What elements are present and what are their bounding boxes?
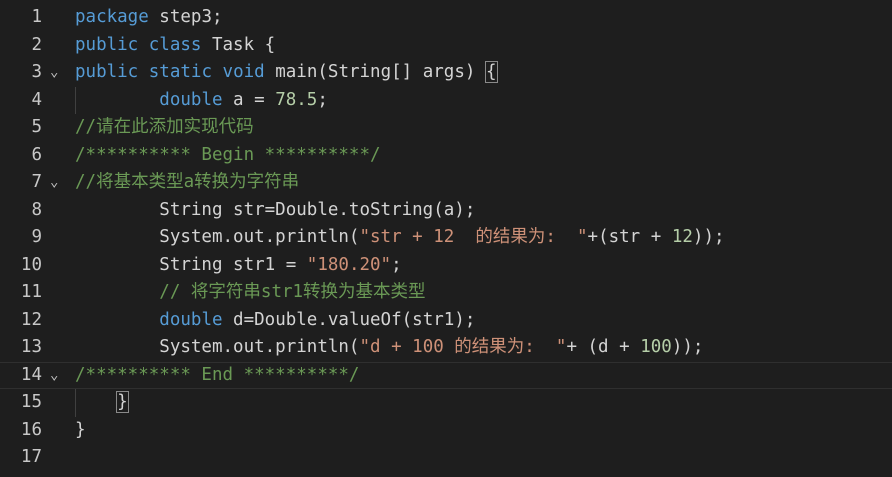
code-line[interactable]: 4 double a = 78.5; (0, 86, 892, 115)
line-number: 14 (20, 364, 42, 385)
code-token: 100 (640, 337, 672, 357)
code-text: } (75, 389, 129, 417)
code-token: public (75, 34, 139, 55)
code-line[interactable]: 3 ⌄ public static void main(String[] args)… (0, 59, 892, 87)
fold-chevron-icon[interactable]: ⌄ (50, 363, 70, 389)
code-token: main(String[] args) (264, 62, 486, 82)
line-number: 3 (31, 62, 42, 82)
code-token: "str + 12 的结果为: " (359, 227, 588, 247)
code-line[interactable]: 17 (0, 444, 892, 472)
code-line[interactable]: 6 /********** Begin **********/ (0, 142, 892, 170)
code-token: // 将字符串str1转换为基本类型 (159, 282, 426, 302)
code-token: /********** Begin **********/ (75, 144, 381, 165)
code-text: String str1 = "180.20"; (75, 252, 402, 280)
code-token: String str=Double.toString(a); (75, 199, 476, 220)
code-line[interactable]: 8 String str=Double.toString(a); (0, 197, 892, 225)
code-text: System.out.println("str + 12 的结果为: "+(st… (75, 224, 725, 252)
line-number: 15 (20, 392, 42, 412)
code-token: 12 (671, 227, 693, 247)
code-token: System.out.println( (75, 337, 360, 357)
line-number: 1 (31, 7, 42, 27)
code-token: void (222, 62, 265, 82)
code-line[interactable]: 1 package step3; (0, 4, 892, 32)
code-text: // 将字符串str1转换为基本类型 (75, 279, 426, 307)
code-text: public class Task { (75, 32, 275, 60)
code-text: double a = 78.5; (75, 87, 328, 115)
bracket-match: } (116, 391, 129, 413)
line-number: 16 (20, 419, 42, 440)
code-token: /********** End **********/ (75, 364, 360, 385)
code-text: System.out.println("d + 100 的结果为: "+ (d … (75, 334, 703, 362)
code-token: )); (692, 227, 725, 247)
code-editor[interactable]: 1 package step3; 2 public class Task {3 ⌄ pub… (0, 4, 892, 477)
line-number: 11 (20, 282, 42, 302)
line-number: 12 (20, 309, 42, 330)
code-token: System.out.println( (75, 227, 360, 247)
code-text: //请在此添加实现代码 (75, 114, 254, 142)
line-number: 17 (20, 447, 42, 467)
code-token: package (75, 7, 149, 27)
line-number: 13 (20, 337, 42, 357)
code-text: /********** End **********/ (75, 363, 359, 389)
code-token: +(str + (587, 227, 672, 247)
code-token: a = (222, 89, 276, 110)
code-token: 78.5 (275, 89, 318, 110)
code-text: package step3; (75, 4, 223, 32)
fold-chevron-icon[interactable]: ⌄ (50, 169, 70, 197)
code-token: static (148, 62, 212, 82)
code-line[interactable]: 11 // 将字符串str1转换为基本类型 (0, 279, 892, 307)
code-token: ; (317, 89, 328, 110)
code-line[interactable]: 2 public class Task { (0, 32, 892, 60)
code-token: step3; (148, 7, 223, 27)
fold-chevron-icon[interactable]: ⌄ (50, 59, 70, 87)
code-token: double (159, 309, 223, 330)
code-text: public static void main(String[] args) { (75, 59, 498, 87)
code-token: ; (391, 254, 402, 275)
code-line[interactable]: 15 } (0, 389, 892, 417)
code-token: Task { (201, 34, 276, 55)
code-token: //将基本类型a转换为字符串 (75, 172, 300, 192)
bracket-match: { (484, 61, 498, 83)
code-line[interactable]: 13 System.out.println("d + 100 的结果为: "+ … (0, 334, 892, 362)
code-token: double (159, 89, 223, 110)
code-line[interactable]: 10 String str1 = "180.20"; (0, 252, 892, 280)
code-token: "180.20" (306, 254, 392, 275)
line-number: 4 (31, 89, 42, 110)
code-line[interactable]: 9 System.out.println("str + 12 的结果为: "+(… (0, 224, 892, 252)
code-token: public (75, 62, 139, 82)
code-token: class (148, 34, 202, 55)
code-line[interactable]: 5 //请在此添加实现代码 (0, 114, 892, 142)
line-number: 8 (31, 199, 42, 220)
line-number: 6 (31, 144, 42, 165)
code-line[interactable]: 12 double d=Double.valueOf(str1); (0, 307, 892, 335)
code-token: )); (671, 337, 704, 357)
code-token: "d + 100 的结果为: " (359, 337, 567, 357)
line-number: 5 (31, 117, 42, 137)
code-token: //请在此添加实现代码 (75, 117, 254, 137)
line-number: 10 (20, 254, 42, 275)
code-token: + (d + (566, 337, 641, 357)
code-token: String str1 = (75, 254, 307, 275)
code-text: } (75, 417, 86, 445)
code-line[interactable]: 16} (0, 417, 892, 445)
code-token: d=Double.valueOf(str1); (222, 309, 476, 330)
code-text: String str=Double.toString(a); (75, 197, 475, 225)
code-line[interactable]: 14 ⌄/********** End **********/ (0, 361, 892, 389)
line-number: 9 (31, 227, 42, 247)
code-text: /********** Begin **********/ (75, 142, 381, 170)
code-text: //将基本类型a转换为字符串 (75, 169, 299, 197)
line-number: 7 (31, 172, 42, 192)
code-text: double d=Double.valueOf(str1); (75, 307, 475, 335)
line-number: 2 (31, 34, 42, 55)
code-token: } (75, 419, 86, 440)
code-line[interactable]: 7 ⌄//将基本类型a转换为字符串 (0, 169, 892, 197)
